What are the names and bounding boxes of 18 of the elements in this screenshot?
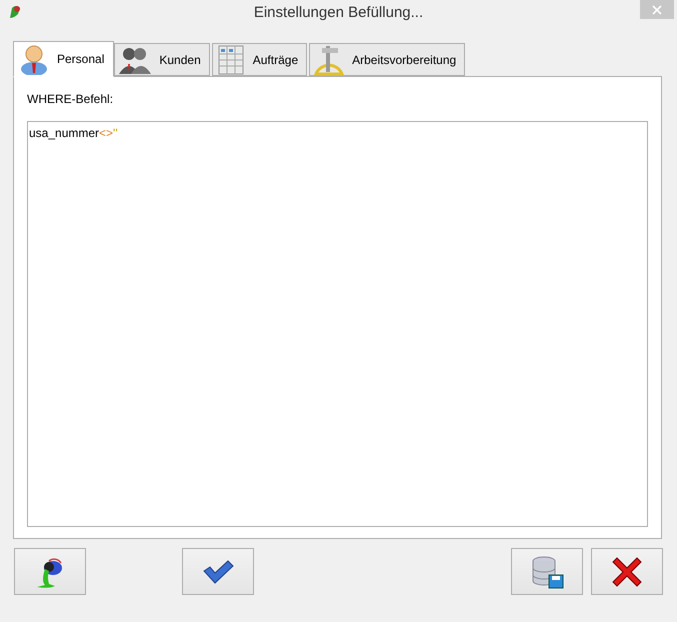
window-title: Einstellungen Befüllung... [254, 2, 424, 23]
cancel-button[interactable] [591, 548, 663, 595]
fill-button[interactable] [14, 548, 86, 595]
tab[interactable]: Personal [13, 41, 114, 77]
database-save-icon [530, 554, 564, 588]
tab[interactable]: Aufträge [212, 43, 308, 76]
tab[interactable]: Kunden [114, 43, 210, 76]
people-icon [119, 46, 152, 74]
confirm-button[interactable] [182, 548, 254, 595]
save-button[interactable] [511, 548, 583, 595]
close-icon [652, 4, 662, 14]
where-editor[interactable]: usa_nummer<>'' [27, 121, 648, 527]
checkmark-icon [202, 558, 234, 584]
caliper-icon [314, 44, 344, 76]
close-icon [612, 556, 642, 586]
tab[interactable]: Arbeitsvorbereitung [309, 43, 466, 76]
where-label: WHERE-Befehl: [27, 91, 114, 108]
person-icon [19, 43, 49, 75]
